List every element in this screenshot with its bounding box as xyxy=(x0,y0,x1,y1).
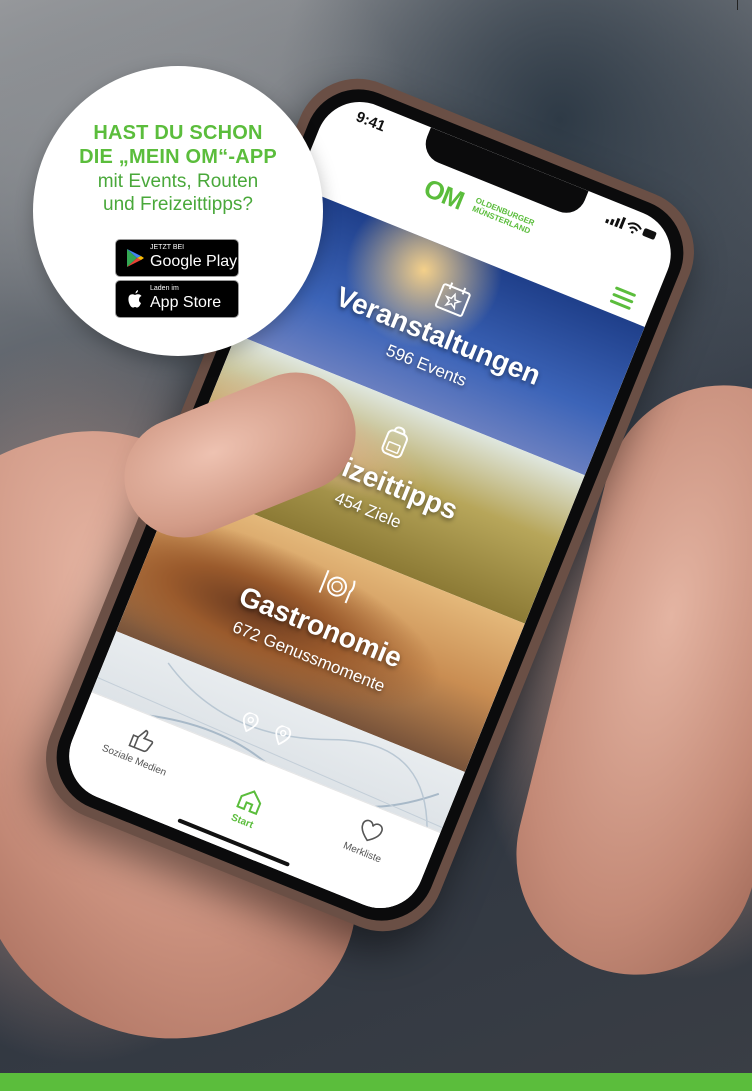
plate-cutlery-icon xyxy=(318,569,356,604)
promo-badge: HAST DU SCHON DIE „MEIN OM“-APP mit Even… xyxy=(33,66,323,356)
apple-icon xyxy=(128,290,142,308)
signal-icon xyxy=(604,216,627,230)
status-time: 9:41 xyxy=(353,108,388,136)
app-store-button[interactable]: Laden im App Store xyxy=(115,280,239,318)
hamburger-menu-icon[interactable] xyxy=(609,286,637,311)
battery-icon xyxy=(642,228,657,240)
logo-text: OLDENBURGER MÜNSTERLAND xyxy=(470,195,536,236)
google-play-label: Google Play xyxy=(150,253,238,270)
thumbs-up-icon xyxy=(128,729,154,753)
google-play-icon xyxy=(127,249,144,267)
crop-mark xyxy=(737,0,738,10)
bottom-brand-strip xyxy=(0,1073,752,1091)
badge-headline: HAST DU SCHON DIE „MEIN OM“-APP xyxy=(79,122,277,168)
logo-mark: OM xyxy=(419,172,468,216)
wifi-icon xyxy=(627,222,642,234)
home-icon xyxy=(236,790,262,816)
google-play-small-text: JETZT BEI xyxy=(150,244,185,251)
backpack-icon xyxy=(381,426,408,459)
calendar-star-icon xyxy=(434,282,471,317)
google-play-button[interactable]: JETZT BEI Google Play xyxy=(115,239,239,277)
app-store-label: App Store xyxy=(150,294,222,311)
heart-icon xyxy=(361,819,383,842)
app-store-small-text: Laden im xyxy=(150,285,179,292)
badge-subline: mit Events, Routen und Freizeittipps? xyxy=(97,171,259,215)
tab-start[interactable]: Start xyxy=(189,768,306,847)
